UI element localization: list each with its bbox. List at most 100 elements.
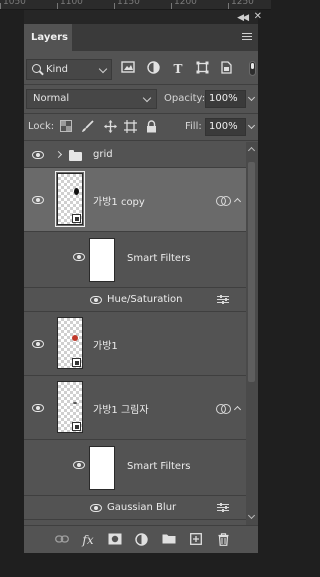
layer-name: 가방1 그림자 bbox=[93, 405, 149, 416]
smart-filters-label: Smart Filters bbox=[127, 461, 191, 472]
filter-toggle-switch[interactable] bbox=[249, 61, 256, 76]
opacity-slider-toggle-icon[interactable] bbox=[247, 93, 256, 102]
filter-kind-label: Kind bbox=[46, 64, 69, 75]
smart-filters-row[interactable]: Smart Filters bbox=[24, 440, 246, 496]
adjustment-layer-icon[interactable] bbox=[134, 533, 148, 547]
ruler-tick-label: 1100 bbox=[60, 0, 83, 7]
chevron-right-icon[interactable] bbox=[54, 150, 63, 159]
layers-panel: Layers Kind T Normal Opacity: 100% Lock:… bbox=[24, 24, 258, 553]
chevron-down-icon bbox=[142, 93, 152, 103]
smart-filters-label: Smart Filters bbox=[127, 253, 191, 264]
layer-name: 가방1 copy bbox=[93, 197, 145, 208]
delete-icon[interactable] bbox=[216, 533, 230, 547]
smart-filter-indicator-icon bbox=[216, 196, 231, 206]
smart-filters-row[interactable]: Smart Filters bbox=[24, 232, 246, 288]
scroll-up-icon[interactable] bbox=[247, 146, 256, 155]
lock-image-pixels-icon[interactable] bbox=[81, 120, 94, 133]
layer-name: 가방1 bbox=[93, 341, 118, 352]
filter-row-hue-saturation[interactable]: Hue/Saturation bbox=[24, 288, 246, 312]
filter-name: Hue/Saturation bbox=[107, 294, 183, 305]
smart-object-badge-icon bbox=[72, 214, 81, 223]
close-panel-icon[interactable]: ✕ bbox=[254, 11, 262, 22]
layer-row-bag-copy[interactable]: 가방1 copy bbox=[24, 168, 246, 232]
layer-thumbnail[interactable] bbox=[57, 381, 83, 433]
smart-filter-mask-thumbnail[interactable] bbox=[89, 238, 115, 282]
ruler-tick-label: 1250 bbox=[231, 0, 254, 7]
chevron-down-icon bbox=[98, 64, 108, 74]
new-layer-icon[interactable] bbox=[189, 533, 203, 547]
filter-row-gaussian-blur[interactable]: Gaussian Blur bbox=[24, 496, 246, 520]
layers-list: grid 가방1 copy Smart Filters Hue/Saturati… bbox=[24, 142, 258, 525]
smart-filter-mask-thumbnail[interactable] bbox=[89, 446, 115, 490]
panel-menu-icon[interactable] bbox=[242, 33, 252, 41]
scroll-thumb[interactable] bbox=[248, 162, 255, 382]
visibility-eye-icon[interactable] bbox=[32, 340, 44, 348]
ruler-tick-label: 1150 bbox=[117, 0, 140, 7]
blend-mode-select[interactable]: Normal bbox=[26, 89, 157, 109]
fill-label: Fill: bbox=[185, 121, 202, 132]
smart-filter-indicator-icon bbox=[216, 404, 231, 414]
filter-row: Kind T bbox=[24, 59, 258, 81]
lock-row: Lock: Fill: 100% bbox=[24, 117, 258, 137]
blend-row: Normal Opacity: 100% bbox=[24, 89, 258, 111]
scroll-down-icon[interactable] bbox=[247, 511, 256, 520]
opacity-input[interactable]: 100% bbox=[205, 90, 246, 108]
divider bbox=[24, 140, 258, 141]
blend-mode-value: Normal bbox=[33, 93, 70, 104]
tab-layers[interactable]: Layers bbox=[24, 24, 72, 51]
top-ruler: 1050 1100 1150 1200 1250 bbox=[0, 0, 271, 10]
filter-name: Gaussian Blur bbox=[107, 502, 177, 513]
smart-object-badge-icon bbox=[72, 422, 81, 431]
fx-label: fx bbox=[82, 533, 94, 547]
link-layers-icon[interactable] bbox=[55, 533, 69, 547]
new-group-icon[interactable] bbox=[162, 533, 176, 547]
fill-slider-toggle-icon[interactable] bbox=[247, 121, 256, 130]
divider bbox=[24, 84, 258, 85]
divider bbox=[24, 113, 258, 114]
adjustment-filter-icon[interactable] bbox=[145, 61, 161, 77]
lock-transparent-pixels-icon[interactable] bbox=[59, 120, 72, 133]
ruler-tick-label: 1050 bbox=[3, 0, 26, 7]
image-filter-icon[interactable] bbox=[120, 61, 136, 77]
visibility-eye-icon[interactable] bbox=[90, 504, 102, 512]
lock-all-icon[interactable] bbox=[145, 120, 158, 133]
layer-row-bag-shadow[interactable]: 가방1 그림자 bbox=[24, 376, 246, 440]
collapse-effects-icon[interactable] bbox=[233, 405, 242, 414]
layers-bottom-toolbar: fx bbox=[24, 525, 258, 553]
filter-blending-options-icon[interactable] bbox=[217, 503, 229, 512]
layer-row-bag[interactable]: 가방1 bbox=[24, 312, 246, 376]
search-icon bbox=[32, 64, 41, 73]
lock-artboard-icon[interactable] bbox=[124, 120, 137, 133]
visibility-eye-icon[interactable] bbox=[32, 196, 44, 204]
layers-scrollbar[interactable] bbox=[246, 142, 258, 525]
ruler-tick-label: 1200 bbox=[174, 0, 197, 7]
layer-thumbnail[interactable] bbox=[55, 171, 85, 227]
collapse-effects-icon[interactable] bbox=[233, 197, 242, 206]
visibility-eye-icon[interactable] bbox=[73, 253, 85, 261]
visibility-eye-icon[interactable] bbox=[32, 404, 44, 412]
visibility-eye-icon[interactable] bbox=[90, 296, 102, 304]
smart-object-filter-icon[interactable] bbox=[218, 61, 234, 77]
thumbnail-content bbox=[72, 335, 78, 341]
type-filter-icon[interactable]: T bbox=[170, 61, 186, 77]
fx-icon[interactable]: fx bbox=[81, 533, 95, 547]
panel-tab-bar: Layers bbox=[24, 24, 258, 51]
lock-position-icon[interactable] bbox=[104, 120, 117, 133]
opacity-label: Opacity: bbox=[164, 93, 206, 104]
layer-row-grid[interactable]: grid bbox=[24, 142, 246, 168]
smart-object-badge-icon bbox=[72, 358, 81, 367]
visibility-eye-icon[interactable] bbox=[73, 461, 85, 469]
thumbnail-content bbox=[73, 402, 77, 404]
lock-label: Lock: bbox=[28, 121, 55, 132]
layer-name: grid bbox=[93, 149, 113, 160]
fill-input[interactable]: 100% bbox=[205, 118, 246, 136]
filter-kind-select[interactable]: Kind bbox=[26, 59, 112, 80]
collapse-panel-icon[interactable]: ◀◀ bbox=[237, 13, 249, 23]
add-mask-icon[interactable] bbox=[108, 533, 122, 547]
layer-thumbnail[interactable] bbox=[57, 317, 83, 369]
shape-filter-icon[interactable] bbox=[194, 61, 210, 77]
folder-icon bbox=[69, 150, 82, 161]
filter-blending-options-icon[interactable] bbox=[217, 295, 229, 304]
visibility-eye-icon[interactable] bbox=[32, 151, 44, 159]
thumbnail-content bbox=[74, 188, 79, 195]
